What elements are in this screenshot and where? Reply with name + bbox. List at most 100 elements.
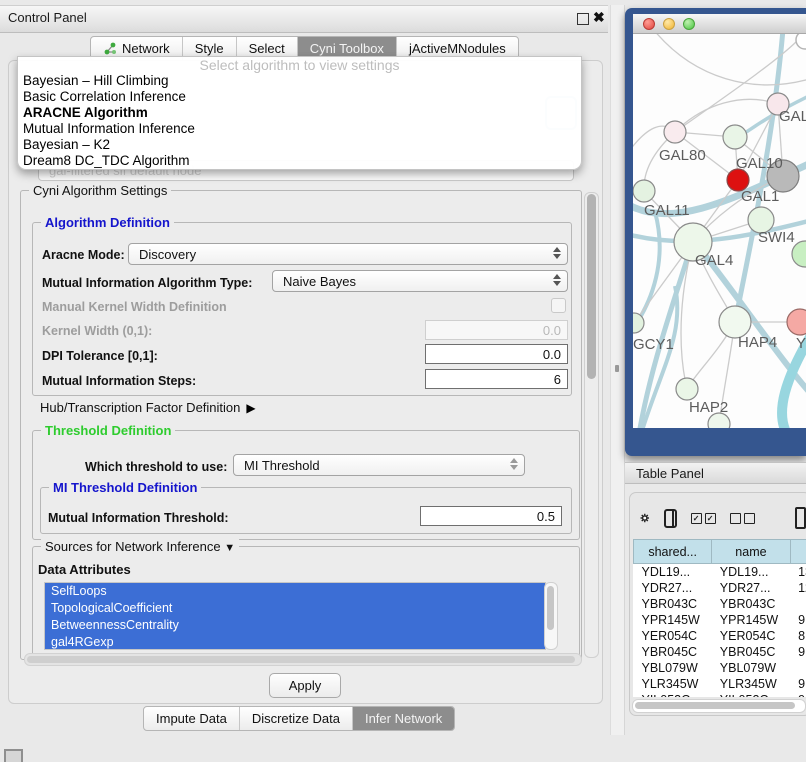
cell-name[interactable]: YBL079W <box>712 660 790 676</box>
table-row[interactable]: YER054CYER054C8. <box>634 628 806 644</box>
tab-impute-data[interactable]: Impute Data <box>144 707 240 730</box>
mi-threshold-field[interactable]: 0.5 <box>420 506 562 526</box>
apply-button[interactable]: Apply <box>269 673 341 698</box>
attribute-item[interactable]: TopologicalCoefficient <box>45 600 545 617</box>
attribute-item[interactable]: gal4RGexp <box>45 634 545 650</box>
algorithm-option[interactable]: Mutual Information Inference <box>18 121 581 137</box>
mi-threshold-label: Mutual Information Threshold: <box>48 511 229 525</box>
aracne-mode-combo[interactable]: Discovery <box>128 243 568 265</box>
cell-shared[interactable]: YDR27... <box>634 580 712 596</box>
cell-shared[interactable]: YPR145W <box>634 612 712 628</box>
which-threshold-combo[interactable]: MI Threshold <box>233 454 525 476</box>
cell-value[interactable]: 8. <box>790 628 806 644</box>
table-horizontal-scrollbar[interactable] <box>632 699 806 713</box>
table-row[interactable]: YLR345WYLR345W9. <box>634 676 806 692</box>
settings-hscrollbar-thumb[interactable] <box>27 656 575 663</box>
column-layout-icon[interactable] <box>664 509 677 528</box>
tab-discretize-data[interactable]: Discretize Data <box>240 707 353 730</box>
manual-kernel-checkbox[interactable] <box>551 298 566 313</box>
node-hap2[interactable] <box>676 378 698 400</box>
table-hscrollbar-thumb[interactable] <box>635 702 795 709</box>
node-outline-top-right[interactable] <box>796 34 806 49</box>
close-icon[interactable]: ✖ <box>593 9 605 26</box>
column-header-name[interactable]: name <box>712 540 790 564</box>
attribute-item[interactable]: BetweennessCentrality <box>45 617 545 634</box>
cell-shared[interactable]: YBR043C <box>634 596 712 612</box>
cell-shared[interactable]: YIL052C <box>634 692 712 697</box>
minimize-traffic-light-icon[interactable] <box>663 18 675 30</box>
node-gal11[interactable] <box>633 180 655 202</box>
gear-icon[interactable] <box>640 509 650 527</box>
algorithm-option[interactable]: Bayesian – K2 <box>18 137 581 153</box>
float-window-icon[interactable] <box>577 13 589 25</box>
settings-scrollbar-thumb[interactable] <box>587 194 596 379</box>
cell-value[interactable]: 9 <box>790 692 806 697</box>
cell-value[interactable] <box>790 596 806 612</box>
cell-value[interactable]: 13 <box>790 564 806 581</box>
label-swi4: SWI4 <box>758 229 795 246</box>
cell-value[interactable]: 9. <box>790 612 806 628</box>
cell-value[interactable]: 9. <box>790 644 806 660</box>
column-header-shared-name[interactable]: shared... <box>634 540 712 564</box>
cell-name[interactable]: YER054C <box>712 628 790 644</box>
cell-shared[interactable]: YBR045C <box>634 644 712 660</box>
mi-type-combo[interactable]: Naive Bayes <box>272 270 568 292</box>
close-traffic-light-icon[interactable] <box>643 18 655 30</box>
cell-shared[interactable]: YLR345W <box>634 676 712 692</box>
select-all-checkboxes-icon[interactable]: ✓✓ <box>691 513 716 524</box>
attributes-scrollbar-thumb[interactable] <box>547 586 554 630</box>
table-row[interactable]: YDL19...YDL19...13 <box>634 564 806 581</box>
dpi-tolerance-field[interactable]: 0.0 <box>425 344 568 364</box>
settings-vertical-scrollbar[interactable] <box>584 192 599 658</box>
deselect-all-checkboxes-icon[interactable] <box>730 513 755 524</box>
kernel-width-field[interactable]: 0.0 <box>425 320 568 340</box>
settings-group-title: Cyni Algorithm Settings <box>29 183 171 198</box>
table-row[interactable]: YBR045CYBR045C9. <box>634 644 806 660</box>
cell-name[interactable]: YPR145W <box>712 612 790 628</box>
cell-name[interactable]: YDR27... <box>712 580 790 596</box>
node-gal80[interactable] <box>664 121 686 143</box>
screenshot-root: Control Panel ✖ Network Style Select Cyn… <box>0 0 806 762</box>
table-row[interactable]: YPR145WYPR145W9. <box>634 612 806 628</box>
cell-shared[interactable]: YBL079W <box>634 660 712 676</box>
hub-definition-expander[interactable]: Hub/Transcription Factor Definition▶ <box>40 400 256 415</box>
node-gal10[interactable] <box>723 125 747 149</box>
collapsed-panel-grip[interactable] <box>4 749 23 762</box>
cell-name[interactable]: YIL052C <box>712 692 790 697</box>
cell-shared[interactable]: YDL19... <box>634 564 712 581</box>
algorithm-option[interactable]: Bayesian – Hill Climbing <box>18 73 581 89</box>
cell-value[interactable]: 12 <box>790 580 806 596</box>
table-row[interactable]: YBR043CYBR043C <box>634 596 806 612</box>
cell-shared[interactable]: YER054C <box>634 628 712 644</box>
network-canvas[interactable]: GAL80 GAL10 GAL1 GAL11 GAL4 SWI4 GCY1 HA… <box>633 34 806 428</box>
mi-steps-field[interactable]: 6 <box>425 369 568 389</box>
cell-value[interactable] <box>790 660 806 676</box>
which-threshold-label: Which threshold to use: <box>85 460 227 474</box>
table-row[interactable]: YIL052CYIL052C9 <box>634 692 806 697</box>
cell-name[interactable]: YBR043C <box>712 596 790 612</box>
combo-stepper-icon <box>510 458 518 470</box>
table-row[interactable]: YDR27...YDR27...12 <box>634 580 806 596</box>
hub-definition-label: Hub/Transcription Factor Definition <box>40 400 240 415</box>
network-window-titlebar[interactable] <box>633 14 806 34</box>
tab-infer-network[interactable]: Infer Network <box>353 707 454 730</box>
column-header-partial[interactable]: A <box>790 540 806 564</box>
cell-name[interactable]: YLR345W <box>712 676 790 692</box>
cell-value[interactable]: 9. <box>790 676 806 692</box>
algorithm-option[interactable]: Basic Correlation Inference <box>18 89 581 105</box>
node-table: shared... name A YDL19...YDL19...13 YDR2… <box>633 539 806 697</box>
divider-grip[interactable] <box>615 365 619 372</box>
expanded-arrow-icon[interactable]: ▼ <box>224 542 235 554</box>
algorithm-option[interactable]: Dream8 DC_TDC Algorithm <box>18 153 581 169</box>
attributes-vertical-scrollbar[interactable] <box>544 582 558 650</box>
cell-name[interactable]: YDL19... <box>712 564 790 581</box>
settings-horizontal-scrollbar[interactable] <box>24 653 582 666</box>
attribute-item[interactable]: SelfLoops <box>45 583 545 600</box>
label-gcy1: GCY1 <box>633 336 674 353</box>
node-salmon[interactable] <box>787 309 806 335</box>
algorithm-option-aracne[interactable]: ARACNE Algorithm <box>18 105 581 121</box>
zoom-traffic-light-icon[interactable] <box>683 18 695 30</box>
cell-name[interactable]: YBR045C <box>712 644 790 660</box>
table-row[interactable]: YBL079WYBL079W <box>634 660 806 676</box>
document-icon[interactable] <box>795 507 806 529</box>
